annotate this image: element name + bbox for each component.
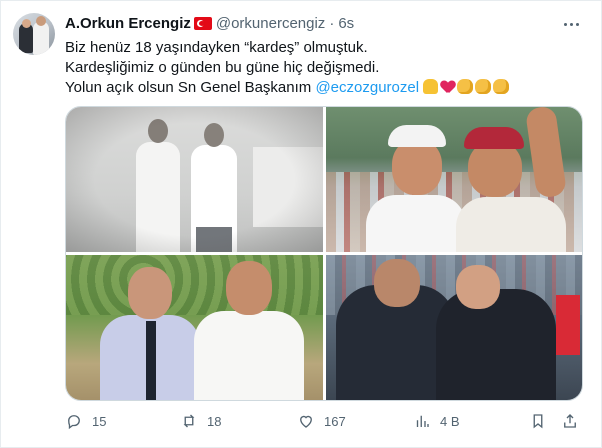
tweet-text-line: Yolun açık olsun Sn Genel Başkanım @eczo… — [65, 78, 585, 98]
clapping-hands-emoji-icon — [493, 79, 510, 94]
photo-rally[interactable] — [326, 107, 582, 252]
mention-link[interactable]: @eczozgurozel — [315, 79, 419, 96]
share-icon — [564, 414, 576, 428]
like-button[interactable]: 167 — [297, 409, 346, 433]
action-bar: 15 18 167 4 B — [65, 409, 585, 433]
views-button[interactable]: 4 B — [413, 409, 460, 433]
bookmark-icon — [533, 414, 543, 429]
tweet-text-segment: Yolun açık olsun Sn Genel Başkanım — [65, 79, 316, 96]
retweet-button[interactable]: 18 — [180, 409, 221, 433]
separator-dot: · — [329, 14, 335, 32]
folded-hands-emoji-icon — [423, 79, 439, 94]
tweet-text-line: Kardeşliğimiz o günden bu güne hiç değiş… — [65, 59, 380, 76]
turkey-flag-icon — [193, 16, 212, 30]
photo-embrace[interactable] — [326, 255, 582, 400]
views-icon — [416, 415, 429, 427]
avatar[interactable] — [13, 13, 55, 55]
retweet-count: 18 — [207, 413, 222, 429]
tweet-card[interactable]: A.Orkun Ercengiz @orkunercengiz · 6s Biz… — [0, 0, 602, 448]
tweet-header: A.Orkun Ercengiz @orkunercengiz · 6s — [65, 13, 354, 33]
tweet-text: Biz henüz 18 yaşındayken “kardeş” olmuşt… — [65, 38, 585, 98]
red-heart-emoji-icon — [441, 81, 455, 94]
clapping-hands-emoji-icon — [457, 79, 474, 94]
user-handle[interactable]: @orkunercengiz — [216, 15, 325, 32]
reply-button[interactable]: 15 — [65, 409, 106, 433]
views-count: 4 B — [440, 413, 460, 429]
heart-icon — [300, 415, 312, 428]
reply-count: 15 — [92, 413, 107, 429]
photo-outdoor-portrait[interactable] — [66, 255, 323, 400]
like-count: 167 — [324, 413, 346, 429]
timestamp[interactable]: 6s — [338, 15, 354, 32]
photo-lab-coats[interactable] — [66, 107, 323, 252]
clapping-hands-emoji-icon — [475, 79, 492, 94]
tweet-text-line: Biz henüz 18 yaşındayken “kardeş” olmuşt… — [65, 39, 368, 56]
share-button[interactable] — [561, 409, 579, 433]
reply-icon — [68, 415, 80, 430]
more-horizontal-icon — [563, 22, 567, 26]
display-name[interactable]: A.Orkun Ercengiz — [65, 15, 191, 32]
retweet-icon — [183, 414, 195, 428]
media-grid — [65, 106, 583, 401]
bookmark-button[interactable] — [529, 409, 547, 433]
more-options-button[interactable] — [557, 13, 585, 35]
